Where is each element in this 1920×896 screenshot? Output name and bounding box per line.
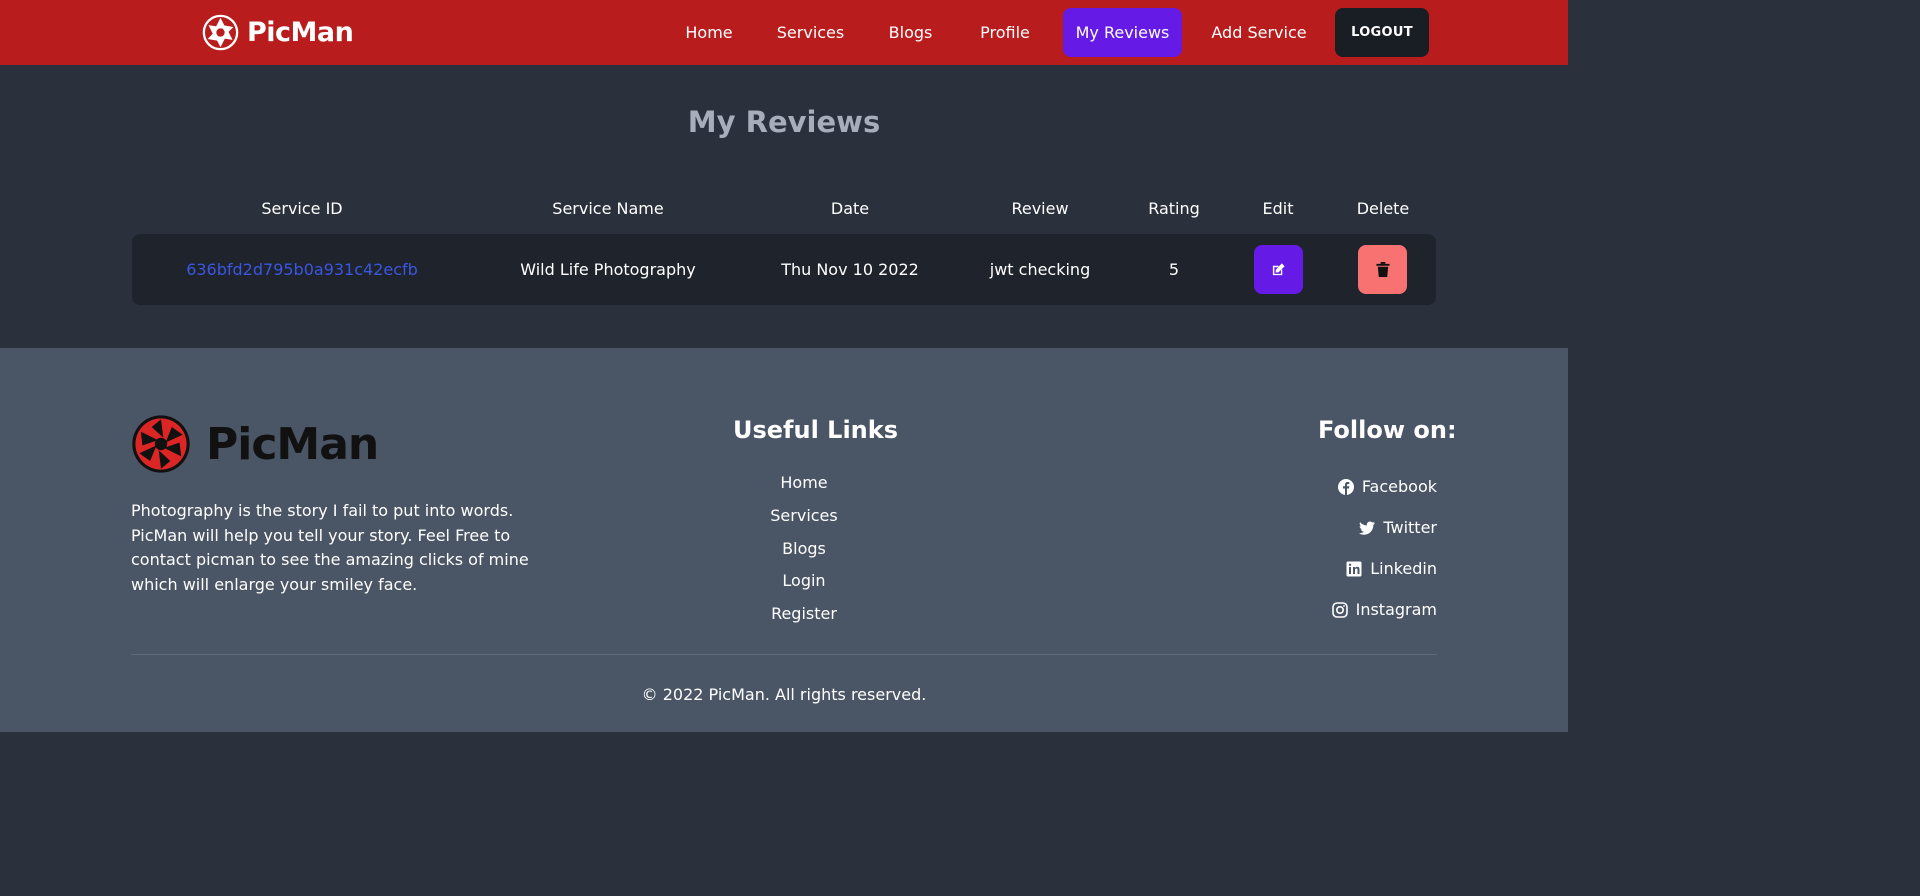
page-title: My Reviews (687, 105, 881, 139)
nav-item-home[interactable]: Home (671, 8, 747, 57)
nav-item-services[interactable]: Services (764, 8, 857, 57)
twitter-icon (1359, 521, 1376, 535)
social-link-instagram[interactable]: Instagram (1331, 600, 1437, 619)
social-label: Facebook (1361, 477, 1437, 496)
header-date: Date (830, 199, 870, 218)
review-cell: jwt checking (989, 260, 1091, 279)
nav-item-profile[interactable]: Profile (965, 8, 1045, 57)
copyright-text: © 2022 PicMan. All rights reserved. (641, 685, 927, 704)
instagram-icon (1331, 601, 1348, 618)
header-service-name: Service Name (552, 199, 664, 218)
footer: PicMan Photography is the story I fail t… (0, 348, 1568, 732)
linkedin-icon (1346, 561, 1362, 576)
footer-brand[interactable]: PicMan (130, 413, 379, 475)
footer-brand-name: PicMan (206, 418, 379, 470)
header-review: Review (1011, 199, 1069, 218)
footer-link-login[interactable]: Login (704, 571, 904, 590)
brand-name: PicMan (247, 17, 354, 48)
social-link-facebook[interactable]: Facebook (1337, 477, 1437, 496)
delete-review-button[interactable] (1358, 245, 1407, 294)
edit-icon (1272, 263, 1285, 276)
camera-shutter-icon (202, 14, 239, 51)
nav-item-my-reviews[interactable]: My Reviews (1063, 8, 1182, 57)
header-delete: Delete (1356, 199, 1410, 218)
trash-icon (1375, 262, 1390, 277)
service-id-link[interactable]: 636bfd2d795b0a931c42ecfb (182, 260, 422, 279)
social-label: Linkedin (1370, 559, 1437, 578)
navbar: PicMan Home Services Blogs Profile My Re… (0, 0, 1568, 65)
header-edit: Edit (1262, 199, 1294, 218)
useful-links-title: Useful Links (733, 416, 899, 444)
social-label: Twitter (1383, 518, 1437, 537)
service-name-cell: Wild Life Photography (520, 260, 696, 279)
header-rating: Rating (1148, 199, 1200, 218)
social-link-twitter[interactable]: Twitter (1359, 518, 1437, 537)
date-cell: Thu Nov 10 2022 (781, 260, 919, 279)
camera-shutter-icon (132, 415, 190, 473)
footer-divider (131, 654, 1437, 655)
footer-link-blogs[interactable]: Blogs (704, 539, 904, 558)
footer-link-register[interactable]: Register (704, 604, 904, 623)
footer-link-home[interactable]: Home (704, 473, 904, 492)
social-label: Instagram (1355, 600, 1437, 619)
footer-description: Photography is the story I fail to put i… (131, 501, 529, 594)
social-link-linkedin[interactable]: Linkedin (1346, 559, 1437, 578)
header-service-id: Service ID (261, 199, 343, 218)
follow-on-title: Follow on: (1318, 416, 1457, 444)
nav-item-blogs[interactable]: Blogs (875, 8, 946, 57)
brand[interactable]: PicMan (202, 14, 354, 51)
rating-cell: 5 (1168, 260, 1180, 279)
facebook-icon (1337, 478, 1354, 495)
nav-item-add-service[interactable]: Add Service (1200, 8, 1318, 57)
logout-button[interactable]: LOGOUT (1335, 8, 1429, 57)
edit-review-button[interactable] (1254, 245, 1303, 294)
footer-link-services[interactable]: Services (704, 506, 904, 525)
